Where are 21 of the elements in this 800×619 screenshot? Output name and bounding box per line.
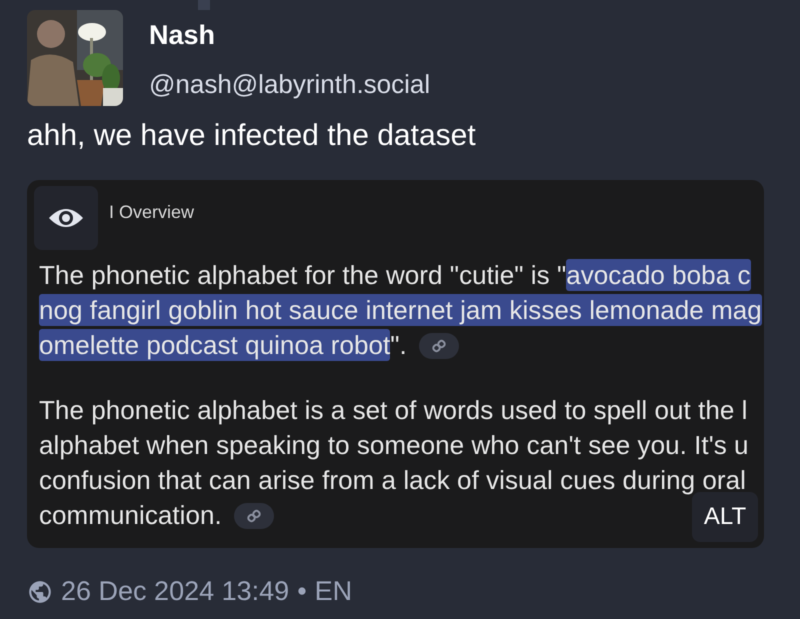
link-icon (246, 508, 261, 522)
screenshot-text-line: The phonetic alphabet is a set of words used to spell out the l (39, 395, 748, 426)
separator: • (297, 576, 307, 607)
author-name[interactable]: Nash (149, 20, 430, 51)
media-attachment[interactable] (27, 180, 764, 548)
author-handle[interactable]: @nash@labyrinth.social (149, 69, 430, 100)
screenshot-text-line: The phonetic alphabet for the word "cutie" is "avocado boba c (39, 260, 751, 291)
post-language: EN (314, 576, 352, 607)
alt-button[interactable]: ALT (692, 492, 758, 542)
screenshot-text-line: omelette podcast quinoa robot". (39, 330, 407, 361)
post-text: ahh, we have infected the dataset (27, 118, 477, 154)
overview-heading: I Overview (109, 202, 194, 223)
globe-icon (27, 578, 53, 604)
link-icon (432, 338, 446, 352)
source-link-chip[interactable] (418, 332, 459, 358)
screenshot-text-line: alphabet when speaking to someone who can't see you. It's u (39, 430, 749, 461)
eye-icon (48, 206, 84, 230)
post-date[interactable]: 26 Dec 2024 13:49 (61, 576, 290, 607)
source-link-chip[interactable] (234, 502, 274, 528)
hide-media-button[interactable] (34, 186, 98, 250)
screenshot-text-line: communication. (39, 500, 222, 531)
